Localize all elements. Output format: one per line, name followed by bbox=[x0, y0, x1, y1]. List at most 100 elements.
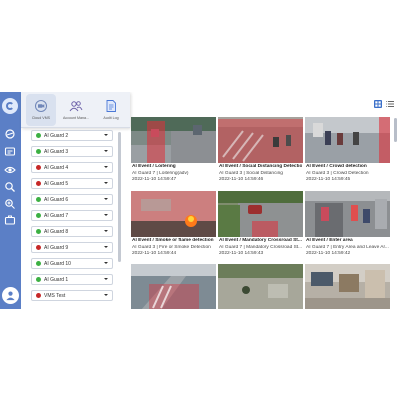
event-card[interactable]: AI Event / Mandatory Crossroad St... AI G… bbox=[218, 191, 303, 258]
device-list: AI Guard 2 AI Guard 3 AI Guard 4 AI Guard 5… bbox=[31, 130, 117, 306]
logo-icon[interactable] bbox=[2, 98, 18, 114]
device-label: AI Guard 10 bbox=[44, 260, 71, 267]
event-meta: AI Event / Enter area AI Guard 7 | Entry … bbox=[305, 237, 390, 257]
eye-icon[interactable] bbox=[4, 164, 16, 176]
event-thumbnail[interactable] bbox=[305, 117, 390, 163]
zoom-icon[interactable] bbox=[4, 198, 16, 210]
chevron-down-icon bbox=[104, 262, 108, 264]
device-dropdown[interactable]: AI Guard 2 bbox=[31, 130, 113, 141]
device-label: AI Guard 5 bbox=[44, 180, 69, 187]
status-dot bbox=[36, 229, 41, 234]
device-label: AI Guard 9 bbox=[44, 244, 69, 251]
status-dot bbox=[36, 261, 41, 266]
device-dropdown[interactable]: AI Guard 10 bbox=[31, 258, 113, 269]
quick-access-panel: Cloud VMS Account Mana... Audit Log bbox=[21, 92, 130, 128]
event-meta: AI Event / Mandatory Crossroad St... AI G… bbox=[218, 237, 303, 257]
event-card[interactable]: AI Event / Social Distancing Detection AI… bbox=[218, 117, 303, 184]
event-title: AI Event / Loitering bbox=[132, 164, 176, 169]
chevron-down-icon bbox=[104, 182, 108, 184]
device-dropdown[interactable]: AI Guard 5 bbox=[31, 178, 113, 189]
document-icon bbox=[106, 100, 116, 112]
device-label: AI Guard 7 bbox=[44, 212, 69, 219]
event-thumbnail[interactable] bbox=[131, 191, 216, 237]
status-dot bbox=[36, 133, 41, 138]
device-label: AI Guard 8 bbox=[44, 228, 69, 235]
chevron-down-icon bbox=[104, 198, 108, 200]
event-thumbnail[interactable] bbox=[305, 191, 390, 237]
status-dot bbox=[36, 213, 41, 218]
event-timestamp: 2022-11-10 14:59:47 bbox=[132, 177, 177, 182]
chevron-down-icon bbox=[104, 166, 108, 168]
device-dropdown[interactable]: VMS Test bbox=[31, 290, 113, 301]
event-thumbnail[interactable] bbox=[218, 264, 303, 309]
event-card[interactable] bbox=[305, 264, 390, 309]
event-card[interactable]: AI Event / Smoke or flame detection AI Gu… bbox=[131, 191, 216, 258]
cloud-vms-label: Cloud VMS bbox=[31, 116, 51, 120]
users-icon bbox=[69, 101, 83, 112]
event-card[interactable]: AI Event / Loitering AI Guard 7 | Loiteri… bbox=[131, 117, 216, 184]
status-dot bbox=[36, 245, 41, 250]
event-timestamp: 2022-11-10 14:59:45 bbox=[306, 177, 351, 182]
event-title: AI Event / Crowd detection bbox=[306, 164, 367, 169]
event-meta: AI Event / Loitering AI Guard 7 | Loiteri… bbox=[131, 163, 216, 183]
device-label: AI Guard 3 bbox=[44, 148, 69, 155]
chevron-down-icon bbox=[104, 134, 108, 136]
account-management-button[interactable]: Account Mana... bbox=[61, 94, 91, 126]
device-label: VMS Test bbox=[44, 292, 66, 299]
device-dropdown[interactable]: AI Guard 8 bbox=[31, 226, 113, 237]
device-label: AI Guard 4 bbox=[44, 164, 69, 171]
event-timestamp: 2022-11-10 14:59:42 bbox=[306, 251, 351, 256]
device-dropdown[interactable]: AI Guard 6 bbox=[31, 194, 113, 205]
grid-view-icon[interactable] bbox=[374, 100, 382, 108]
device-dropdown[interactable]: AI Guard 1 bbox=[31, 274, 113, 285]
device-label: AI Guard 6 bbox=[44, 196, 69, 203]
avatar-icon[interactable] bbox=[2, 287, 19, 304]
event-thumbnail[interactable] bbox=[131, 117, 216, 163]
event-card[interactable] bbox=[131, 264, 216, 309]
search-icon[interactable] bbox=[4, 181, 16, 193]
event-meta: AI Event / Social Distancing Detection AI… bbox=[218, 163, 303, 183]
device-list-scrollbar[interactable] bbox=[118, 132, 121, 262]
status-dot bbox=[36, 293, 41, 298]
side-rail bbox=[0, 92, 21, 309]
audit-log-button[interactable]: Audit Log bbox=[96, 94, 126, 126]
status-dot bbox=[36, 181, 41, 186]
event-grid-scrollbar[interactable] bbox=[394, 118, 397, 142]
audit-log-label: Audit Log bbox=[103, 116, 119, 120]
chevron-down-icon bbox=[104, 150, 108, 152]
briefcase-icon[interactable] bbox=[4, 214, 16, 226]
event-timestamp: 2022-11-10 14:59:44 bbox=[132, 251, 177, 256]
cloud-icon[interactable] bbox=[4, 128, 16, 140]
device-dropdown[interactable]: AI Guard 4 bbox=[31, 162, 113, 173]
event-thumbnail[interactable] bbox=[218, 191, 303, 237]
device-label: AI Guard 2 bbox=[44, 132, 69, 139]
event-timestamp: 2022-11-10 14:59:46 bbox=[219, 177, 264, 182]
chevron-down-icon bbox=[104, 246, 108, 248]
chevron-down-icon bbox=[104, 294, 108, 296]
event-thumbnail[interactable] bbox=[305, 264, 390, 309]
event-meta: AI Event / Smoke or flame detection AI Gu… bbox=[131, 237, 216, 257]
device-dropdown[interactable]: AI Guard 7 bbox=[31, 210, 113, 221]
view-toggle bbox=[374, 100, 394, 108]
event-thumbnail[interactable] bbox=[218, 117, 303, 163]
chevron-down-icon bbox=[104, 278, 108, 280]
device-label: AI Guard 1 bbox=[44, 276, 69, 283]
event-card[interactable] bbox=[218, 264, 303, 309]
chevron-down-icon bbox=[104, 214, 108, 216]
cloud-vms-button[interactable]: Cloud VMS bbox=[26, 94, 56, 126]
status-dot bbox=[36, 197, 41, 202]
list-view-icon[interactable] bbox=[386, 100, 394, 108]
event-card[interactable]: AI Event / Crowd detection AI Guard 3 | C… bbox=[305, 117, 390, 184]
event-meta: AI Event / Crowd detection AI Guard 3 | C… bbox=[305, 163, 390, 183]
event-title: AI Event / Social Distancing Detection bbox=[219, 164, 302, 169]
event-card[interactable]: AI Event / Enter area AI Guard 7 | Entry … bbox=[305, 191, 390, 258]
account-management-label: Account Mana... bbox=[63, 116, 89, 120]
event-thumbnail[interactable] bbox=[131, 264, 216, 309]
message-icon[interactable] bbox=[4, 146, 16, 158]
status-dot bbox=[36, 149, 41, 154]
device-dropdown[interactable]: AI Guard 9 bbox=[31, 242, 113, 253]
event-title: AI Event / Mandatory Crossroad St... bbox=[219, 238, 302, 243]
event-title: AI Event / Enter area bbox=[306, 238, 353, 243]
event-title: AI Event / Smoke or flame detection bbox=[132, 238, 214, 243]
device-dropdown[interactable]: AI Guard 3 bbox=[31, 146, 113, 157]
